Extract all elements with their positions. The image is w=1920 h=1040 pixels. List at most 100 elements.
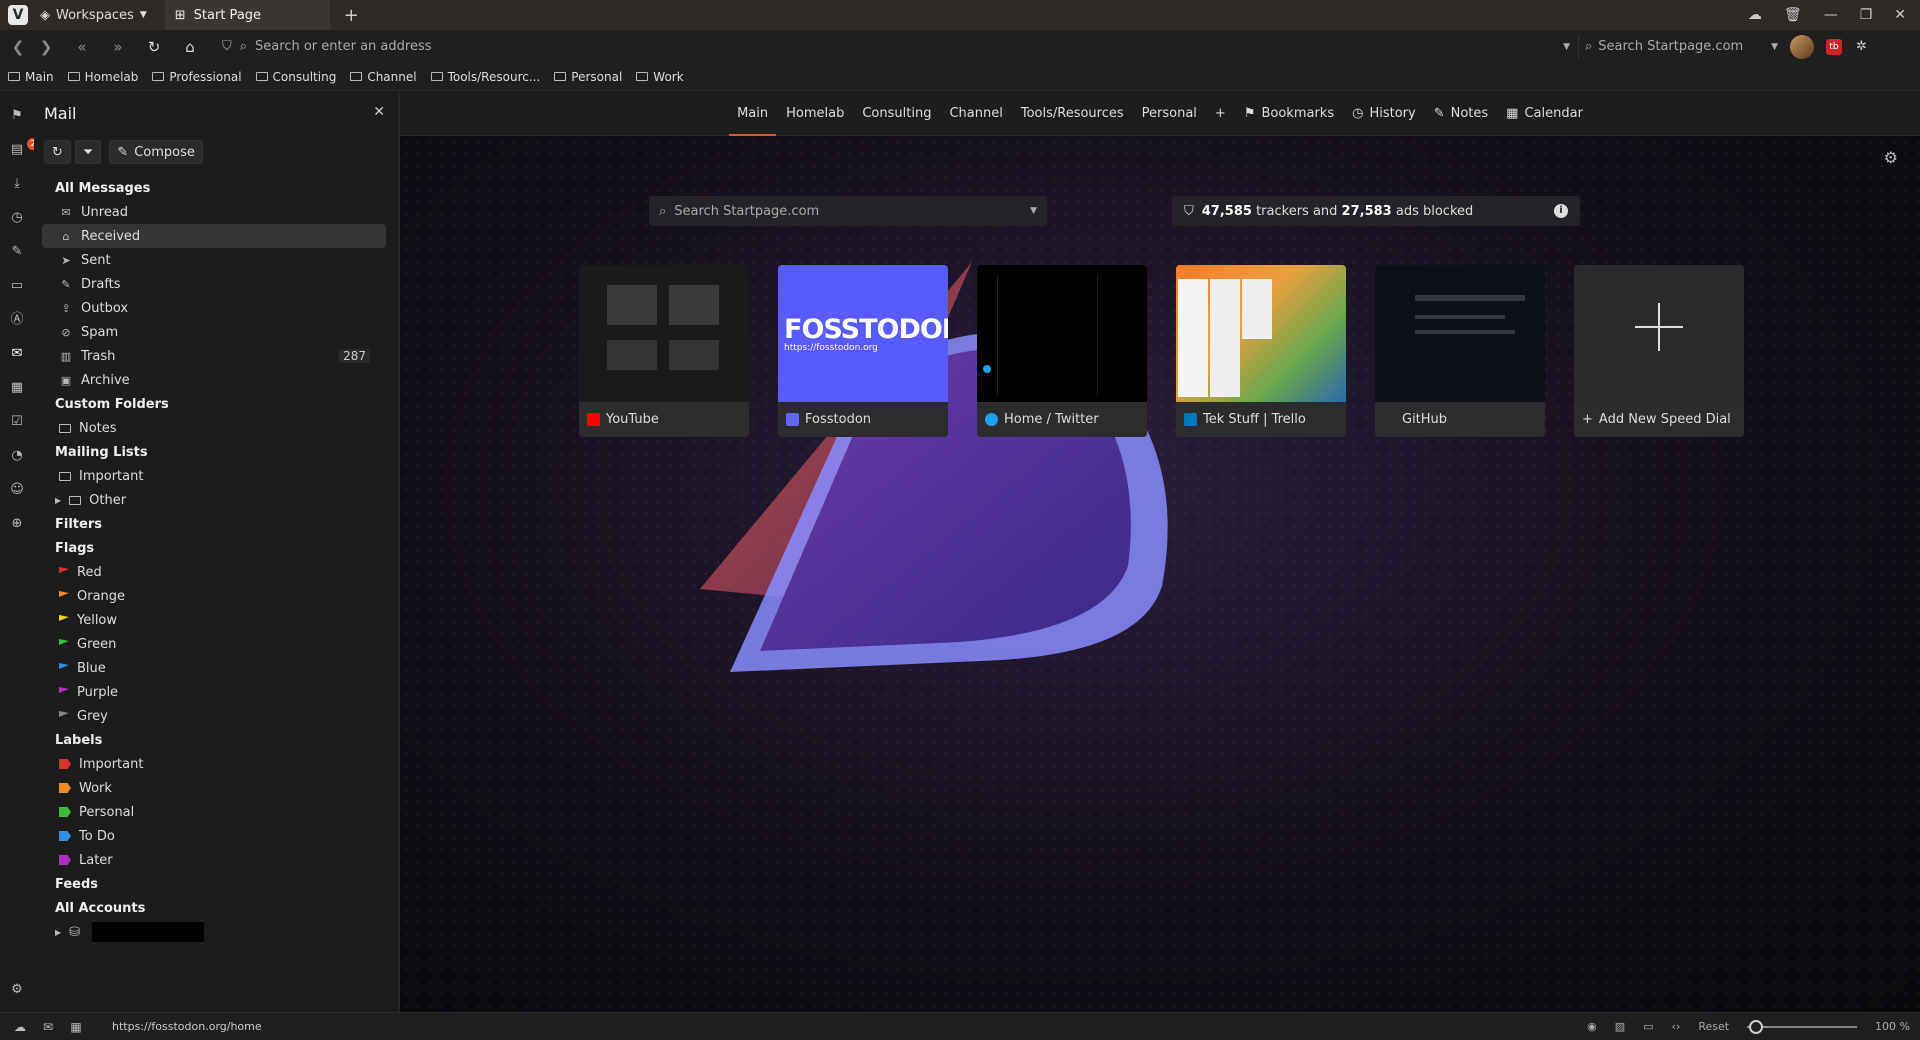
add-speed-dial-button[interactable]: + Add New Speed Dial (1574, 265, 1744, 437)
vivaldi-menu-button[interactable]: V (8, 5, 28, 25)
history-icon[interactable]: ◷ (9, 210, 25, 226)
forward-button[interactable]: ❯ (28, 38, 64, 56)
add-group-button[interactable]: + (1215, 92, 1226, 136)
expand-arrow-icon[interactable]: ▶ (55, 496, 61, 505)
workspaces-button[interactable]: ◈ Workspaces ▼ (40, 8, 147, 23)
flag-green[interactable]: Green (34, 632, 400, 656)
flag-blue[interactable]: Blue (34, 656, 400, 680)
label-personal[interactable]: Personal (34, 800, 400, 824)
capture-icon[interactable]: ◉ (1587, 1020, 1597, 1033)
new-tab-button[interactable]: + (344, 5, 359, 26)
all-accounts-heading[interactable]: All Accounts (34, 896, 400, 920)
bookmark-work[interactable]: Work (636, 70, 684, 84)
bookmark-channel[interactable]: Channel (350, 70, 417, 84)
speed-dial-twitter[interactable]: Home / Twitter (977, 265, 1147, 437)
extension-icon[interactable]: tb (1826, 38, 1842, 55)
close-panel-button[interactable]: ✕ (373, 104, 385, 120)
tasks-icon[interactable]: ☑ (9, 414, 25, 430)
label-todo[interactable]: To Do (34, 824, 400, 848)
zoom-slider[interactable] (1747, 1019, 1858, 1034)
profile-avatar[interactable] (1790, 34, 1814, 59)
flag-grey[interactable]: Grey (34, 704, 400, 728)
zoom-slider-handle[interactable] (1749, 1019, 1764, 1034)
page-tiling-icon[interactable]: ▭ (1643, 1020, 1653, 1033)
image-toggle-icon[interactable]: ▨ (1615, 1020, 1625, 1033)
info-icon[interactable]: i (1554, 204, 1568, 218)
start-page-settings-icon[interactable]: ⚙ (1884, 148, 1898, 167)
bookmark-main[interactable]: Main (8, 70, 54, 84)
speed-dial-github[interactable]: GitHub (1375, 265, 1545, 437)
sd-tab-personal[interactable]: Personal (1142, 92, 1197, 136)
refresh-mail-button[interactable]: ↻ (44, 140, 71, 164)
speed-dial-youtube[interactable]: YouTube (579, 265, 749, 437)
chevron-down-icon[interactable]: ▼ (1771, 42, 1778, 52)
mailing-lists-heading[interactable]: Mailing Lists (34, 440, 400, 464)
folder-notes[interactable]: Notes (34, 416, 400, 440)
extensions-puzzle-icon[interactable]: ✲ (1856, 39, 1867, 54)
chevron-down-icon[interactable]: ▼ (1563, 42, 1570, 52)
settings-gear-icon[interactable]: ⚙ (9, 982, 25, 998)
account-item[interactable]: ▶ ⛁ (34, 920, 400, 944)
feeds-heading[interactable]: Feeds (34, 872, 400, 896)
folder-trash[interactable]: ▥ Trash 287 (34, 344, 400, 368)
feeds-icon[interactable]: ◔ (9, 448, 25, 464)
flag-purple[interactable]: Purple (34, 680, 400, 704)
sd-history[interactable]: ◷ History (1352, 92, 1416, 136)
bookmark-professional[interactable]: Professional (152, 70, 242, 84)
compose-button[interactable]: ✎ Compose (109, 140, 203, 164)
rewind-button[interactable]: « (64, 38, 100, 56)
sd-tab-tools[interactable]: Tools/Resources (1021, 92, 1124, 136)
filters-heading[interactable]: Filters (34, 512, 400, 536)
bookmark-homelab[interactable]: Homelab (67, 70, 138, 84)
mail-status-icon[interactable]: ✉ (40, 1020, 56, 1034)
bookmarks-panel-icon[interactable]: ⚑ (9, 108, 25, 124)
flag-yellow[interactable]: Yellow (34, 608, 400, 632)
chevron-down-icon[interactable]: ▼ (1030, 206, 1037, 216)
sd-notes[interactable]: ✎ Notes (1434, 92, 1488, 136)
contacts-icon[interactable]: ☺ (9, 482, 25, 498)
expand-arrow-icon[interactable]: ▶ (55, 928, 61, 937)
flags-heading[interactable]: Flags (34, 536, 400, 560)
list-other[interactable]: ▶ Other (34, 488, 400, 512)
sd-bookmarks[interactable]: ⚑ Bookmarks (1244, 92, 1334, 136)
cloud-icon[interactable]: ☁ (1748, 7, 1762, 23)
reading-list-icon[interactable]: ▤ 2 (9, 138, 39, 158)
zoom-reset-button[interactable]: Reset (1698, 1020, 1729, 1033)
translate-icon[interactable]: Ⓐ (9, 312, 25, 328)
sd-tab-homelab[interactable]: Homelab (786, 92, 844, 136)
filter-mail-button[interactable]: ⏷ (74, 140, 102, 164)
add-web-panel-icon[interactable]: ⊕ (9, 516, 25, 532)
bookmark-consulting[interactable]: Consulting (255, 70, 336, 84)
home-button[interactable]: ⌂ (172, 38, 208, 56)
flag-orange[interactable]: Orange (34, 584, 400, 608)
address-field[interactable]: ⛉ ⌕ Search or enter an address ▼ (216, 35, 1570, 59)
label-important[interactable]: Important (34, 752, 400, 776)
calendar-icon[interactable]: ▦ (9, 380, 25, 396)
folder-outbox[interactable]: ⇪ Outbox (34, 296, 400, 320)
downloads-icon[interactable]: ⤓ (9, 176, 25, 192)
reload-button[interactable]: ↻ (136, 38, 172, 56)
sd-tab-main[interactable]: Main (729, 92, 777, 136)
folder-drafts[interactable]: ✎ Drafts (34, 272, 400, 296)
page-actions-icon[interactable]: ‹› (1672, 1020, 1681, 1033)
notes-icon[interactable]: ✎ (9, 244, 25, 260)
sync-cloud-icon[interactable]: ☁ (12, 1020, 28, 1034)
minimize-button[interactable]: — (1824, 7, 1838, 23)
sd-tab-consulting[interactable]: Consulting (862, 92, 931, 136)
search-field[interactable]: ⌕ Search Startpage.com ▼ (1578, 34, 1778, 59)
folder-spam[interactable]: ⊘ Spam (34, 320, 400, 344)
sd-calendar[interactable]: ▦ Calendar (1506, 92, 1583, 136)
label-later[interactable]: Later (34, 848, 400, 872)
label-work[interactable]: Work (34, 776, 400, 800)
mail-icon[interactable]: ✉ (9, 346, 25, 362)
window-panel-icon[interactable]: ▭ (9, 278, 25, 294)
all-messages-heading[interactable]: All Messages (34, 176, 400, 200)
flag-red[interactable]: Red (34, 560, 400, 584)
folder-archive[interactable]: ▣ Archive (34, 368, 400, 392)
labels-heading[interactable]: Labels (34, 728, 400, 752)
restore-button[interactable]: ❐ (1860, 7, 1873, 23)
sd-tab-channel[interactable]: Channel (949, 92, 1002, 136)
tab-start-page[interactable]: ⊞ Start Page (164, 0, 330, 30)
list-important[interactable]: Important (34, 464, 400, 488)
bookmark-tools[interactable]: Tools/Resourc... (430, 70, 540, 84)
